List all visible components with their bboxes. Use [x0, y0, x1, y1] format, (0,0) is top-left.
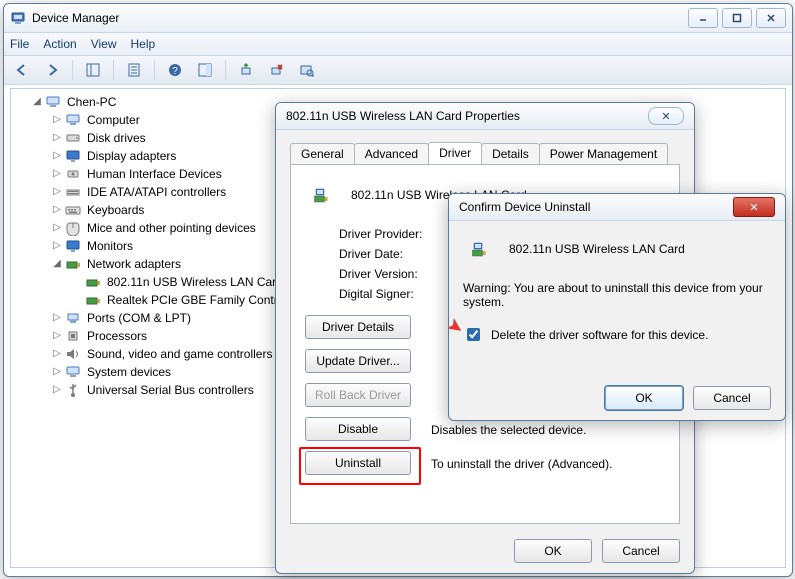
system-device-icon — [65, 364, 81, 380]
disable-description: Disables the selected device. — [431, 423, 586, 437]
scan-hardware-icon[interactable] — [294, 58, 318, 82]
cancel-button[interactable]: Cancel — [693, 386, 771, 410]
expand-icon[interactable]: ▷ — [51, 183, 63, 201]
network-adapter-icon — [85, 292, 101, 308]
uninstall-button[interactable]: Uninstall — [305, 451, 411, 475]
tab-general[interactable]: General — [290, 143, 355, 164]
expand-icon[interactable]: ▷ — [51, 309, 63, 327]
update-driver-button[interactable]: Update Driver... — [305, 349, 411, 373]
roll-back-driver-button[interactable]: Roll Back Driver — [305, 383, 411, 407]
keyboard-icon — [65, 202, 81, 218]
delete-driver-checkbox[interactable] — [467, 328, 480, 341]
warning-text: Warning: You are about to uninstall this… — [463, 281, 771, 309]
expand-icon[interactable]: ▷ — [51, 381, 63, 399]
expand-icon[interactable]: ▷ — [51, 327, 63, 345]
driver-date-label: Driver Date: — [339, 247, 439, 261]
collapse-icon[interactable]: ◢ — [31, 93, 43, 111]
cancel-button[interactable]: Cancel — [602, 539, 680, 563]
sound-icon — [65, 346, 81, 362]
tab-details[interactable]: Details — [481, 143, 540, 164]
computer-icon — [45, 94, 61, 110]
show-hide-tree-icon[interactable] — [81, 58, 105, 82]
toolbar-separator — [154, 60, 155, 80]
titlebar[interactable]: Device Manager — [4, 4, 792, 33]
confirm-titlebar[interactable]: Confirm Device Uninstall ✕ — [449, 194, 785, 221]
back-icon[interactable] — [10, 58, 34, 82]
tab-advanced[interactable]: Advanced — [354, 143, 429, 164]
expand-icon[interactable]: ▷ — [51, 129, 63, 147]
menubar: File Action View Help — [4, 33, 792, 56]
toolbar-separator — [72, 60, 73, 80]
network-adapter-icon — [65, 256, 81, 272]
tabbar: General Advanced Driver Details Power Ma… — [290, 140, 680, 164]
expand-icon[interactable]: ▷ — [51, 147, 63, 165]
close-button[interactable]: ✕ — [733, 197, 775, 217]
close-button[interactable]: ✕ — [648, 107, 684, 125]
expand-icon[interactable]: ▷ — [51, 363, 63, 381]
confirm-title: Confirm Device Uninstall — [459, 200, 733, 214]
close-button[interactable] — [756, 8, 786, 28]
app-icon — [10, 10, 26, 26]
svg-text:?: ? — [172, 66, 178, 77]
confirm-device-name: 802.11n USB Wireless LAN Card — [509, 242, 685, 256]
collapse-icon[interactable]: ◢ — [51, 255, 63, 273]
confirm-uninstall-dialog: Confirm Device Uninstall ✕ 802.11n USB W… — [448, 193, 786, 421]
device-icon — [463, 233, 495, 265]
toolbar-separator — [113, 60, 114, 80]
menu-file[interactable]: File — [10, 37, 29, 51]
maximize-button[interactable] — [722, 8, 752, 28]
toolbar-separator — [225, 60, 226, 80]
toolbar: ? — [4, 56, 792, 85]
tab-driver[interactable]: Driver — [428, 142, 482, 164]
uninstall-description: To uninstall the driver (Advanced). — [431, 457, 612, 471]
minimize-button[interactable] — [688, 8, 718, 28]
action-pane-icon[interactable] — [193, 58, 217, 82]
ide-controller-icon — [65, 184, 81, 200]
computer-icon — [65, 112, 81, 128]
hid-icon — [65, 166, 81, 182]
menu-action[interactable]: Action — [43, 37, 76, 51]
properties-titlebar[interactable]: 802.11n USB Wireless LAN Card Properties… — [276, 103, 694, 130]
expand-icon[interactable]: ▷ — [51, 345, 63, 363]
forward-icon[interactable] — [40, 58, 64, 82]
display-adapter-icon — [65, 148, 81, 164]
expand-icon[interactable]: ▷ — [51, 201, 63, 219]
update-driver-icon[interactable] — [234, 58, 258, 82]
delete-driver-label: Delete the driver software for this devi… — [491, 328, 708, 342]
processor-icon — [65, 328, 81, 344]
expand-icon[interactable]: ▷ — [51, 237, 63, 255]
uninstall-icon[interactable] — [264, 58, 288, 82]
properties-title: 802.11n USB Wireless LAN Card Properties — [286, 109, 648, 123]
properties-icon[interactable] — [122, 58, 146, 82]
driver-provider-label: Driver Provider: — [339, 227, 439, 241]
device-icon — [305, 179, 337, 211]
menu-help[interactable]: Help — [131, 37, 156, 51]
monitor-icon — [65, 238, 81, 254]
ports-icon — [65, 310, 81, 326]
digital-signer-label: Digital Signer: — [339, 287, 439, 301]
expand-icon[interactable]: ▷ — [51, 219, 63, 237]
ok-button[interactable]: OK — [514, 539, 592, 563]
expand-icon[interactable]: ▷ — [51, 165, 63, 183]
window-title: Device Manager — [32, 11, 688, 25]
tab-power-management[interactable]: Power Management — [539, 143, 668, 164]
disable-button[interactable]: Disable — [305, 417, 411, 441]
help-icon[interactable]: ? — [163, 58, 187, 82]
expand-icon[interactable]: ▷ — [51, 111, 63, 129]
network-adapter-icon — [85, 274, 101, 290]
mouse-icon — [65, 220, 81, 236]
driver-version-label: Driver Version: — [339, 267, 439, 281]
menu-view[interactable]: View — [91, 37, 117, 51]
tree-root-label: Chen-PC — [65, 93, 118, 111]
driver-details-button[interactable]: Driver Details — [305, 315, 411, 339]
ok-button[interactable]: OK — [605, 386, 683, 410]
disk-drive-icon — [65, 130, 81, 146]
usb-icon — [65, 382, 81, 398]
